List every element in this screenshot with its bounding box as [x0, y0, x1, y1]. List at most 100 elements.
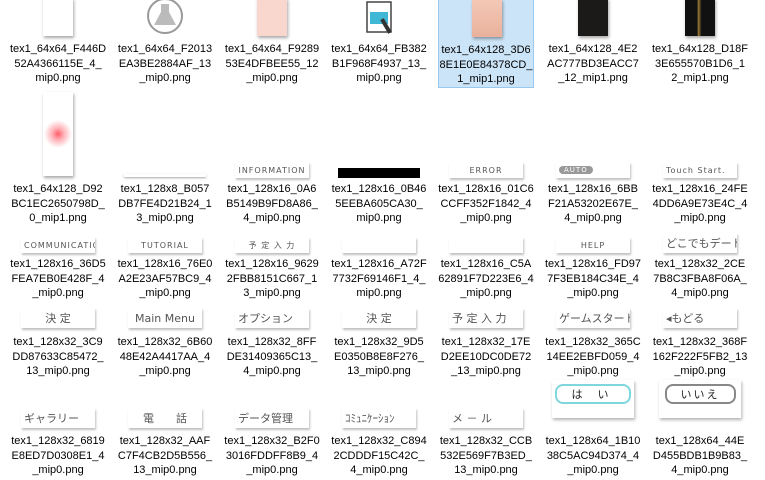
- file-name: tex1_128x32_6819E8ED7D0308E1_4_mip0.png: [11, 435, 105, 477]
- file-item[interactable]: メ － ル tex1_128x32_CCB532E569F7B3ED_13_mip…: [438, 380, 534, 480]
- file-item[interactable]: tex1_64x64_F2013EA3BE2884AF_13_mip0.png: [117, 0, 213, 88]
- file-name: tex1_64x128_4E2AC777BD3EACC7_12_mip1.png: [547, 43, 639, 85]
- file-thumbnail: いいえ: [652, 380, 748, 430]
- strip-text: Touch Start.: [666, 165, 726, 175]
- file-item[interactable]: COMMUNICATION tex1_128x16_36D5FEA7EB0E428…: [10, 235, 106, 303]
- file-name: tex1_64x64_FB382B1F968F4937_13_mip0.png: [331, 43, 427, 85]
- strip-text: ギャラリー: [24, 412, 79, 425]
- file-item[interactable]: 予 定 入 力 tex1_128x16_96292FBB8151C667_13_m…: [224, 235, 320, 303]
- label-strip-texture: [449, 237, 523, 253]
- file-grid: tex1_64x64_F446D52A4366115E_4_mip0.png te…: [0, 0, 765, 476]
- label-strip-texture: Main Menu: [128, 308, 202, 328]
- flask-icon: [147, 0, 183, 34]
- file-item[interactable]: 決 定 tex1_128x32_9D5E0350B8E8F276_13_mip0.…: [331, 305, 427, 381]
- file-thumbnail: [331, 0, 427, 40]
- file-name: tex1_64x128_D92BC1EC2650798D_0_mip1.png: [11, 183, 105, 225]
- strip-text: ｺﾐｭﾆｹｰｼｮﾝ: [345, 412, 395, 425]
- file-item[interactable]: ギャラリー tex1_128x32_6819E8ED7D0308E1_4_mip0…: [10, 380, 106, 480]
- file-item[interactable]: tex1_64x64_FB382B1F968F4937_13_mip0.png: [331, 0, 427, 88]
- file-name: tex1_128x64_1B1038C5AC94D374_4_mip0.png: [545, 435, 641, 477]
- file-name: tex1_128x16_C5A62891F7D223E6_4_mip0.png: [438, 258, 534, 300]
- file-name: tex1_128x32_6B6048E42A4417AA_4_mip0.png: [117, 336, 213, 378]
- strip-text: ERROR: [469, 165, 503, 175]
- file-thumbnail: 予 定 入 力: [224, 235, 320, 255]
- strip-text: 電 話: [143, 412, 187, 425]
- file-name: tex1_128x32_365C14EE2EBFD059_4_mip0.png: [545, 336, 641, 378]
- file-thumbnail: AUTO: [545, 160, 641, 180]
- file-name: tex1_128x32_9D5E0350B8E8F276_13_mip0.png: [334, 336, 424, 378]
- file-item[interactable]: tex1_128x16_A72F7732F69146F1_4_mip0.png: [331, 235, 427, 303]
- strip-text: 決 定: [45, 312, 71, 325]
- file-item[interactable]: 電 話 tex1_128x32_AAFC7F4CB2D5B556_13_mip0.…: [117, 380, 213, 480]
- file-thumbnail: ゲームスタート: [545, 305, 641, 330]
- black-gold-texture: [685, 0, 715, 36]
- file-item[interactable]: 予 定 入 力 tex1_128x32_17ED2EE10DC0DE72_13_m…: [438, 305, 534, 381]
- label-strip-texture: AUTO: [556, 162, 630, 178]
- file-thumbnail: ｺﾐｭﾆｹｰｼｮﾝ: [331, 380, 427, 430]
- file-item[interactable]: tex1_64x128_D18F3E655570B1D6_12_mip1.png: [652, 0, 748, 88]
- file-name: tex1_64x128_3D68E1E0E84378CD_1_mip1.png: [439, 44, 533, 86]
- file-item[interactable]: tex1_128x16_C5A62891F7D223E6_4_mip0.png: [438, 235, 534, 303]
- file-item[interactable]: tex1_64x64_F446D52A4366115E_4_mip0.png: [10, 0, 106, 88]
- file-name: tex1_128x32_B2F03016FDDFF8B9_4_mip0.png: [224, 435, 320, 477]
- file-thumbnail: Main Menu: [117, 305, 213, 330]
- strip-text: TUTORIAL: [141, 240, 189, 250]
- file-item[interactable]: tex1_64x128_D92BC1EC2650798D_0_mip1.png: [10, 92, 106, 224]
- strip-text: HELP: [580, 240, 606, 250]
- label-strip-texture: 予 定 入 力: [235, 237, 309, 253]
- file-item[interactable]: AUTO tex1_128x16_6BBF21A53202E67E_4_mip0.…: [545, 160, 641, 228]
- file-item[interactable]: tex1_128x16_0B465EEBA605CA30_mip0.png: [331, 160, 427, 228]
- file-item[interactable]: ゲームスタート tex1_128x32_365C14EE2EBFD059_4_mi…: [545, 305, 641, 381]
- file-thumbnail: HELP: [545, 235, 641, 255]
- file-item[interactable]: どこでもデート tex1_128x32_2CE7B8C3FBA8F06A_4_mi…: [652, 233, 748, 303]
- file-thumbnail: Touch Start.: [652, 160, 748, 180]
- file-thumbnail: 決 定: [10, 305, 106, 330]
- file-thumbnail: [331, 235, 427, 255]
- file-item[interactable]: HELP tex1_128x16_FD977F3EB184C34E_4_mip0.…: [545, 235, 641, 303]
- file-name: tex1_128x16_FD977F3EB184C34E_4_mip0.png: [545, 258, 642, 300]
- file-item[interactable]: tex1_64x128_4E2AC777BD3EACC7_12_mip1.png: [545, 0, 641, 88]
- file-name: tex1_128x32_8FFDE31409365C13_4_mip0.png: [226, 336, 318, 378]
- label-strip-texture: 決 定: [342, 308, 416, 328]
- label-strip-texture: オプション: [235, 308, 309, 328]
- label-strip-texture: メ － ル: [449, 408, 523, 428]
- file-item[interactable]: Main Menu tex1_128x32_6B6048E42A4417AA_4_…: [117, 305, 213, 381]
- file-item[interactable]: TUTORIAL tex1_128x16_76E0A2E23AF57BC9_4_m…: [117, 235, 213, 303]
- file-item[interactable]: INFORMATION tex1_128x16_0A6B5149B9FD8A86_…: [224, 160, 320, 228]
- file-thumbnail: [439, 0, 533, 41]
- label-strip-texture: HELP: [556, 237, 630, 253]
- file-thumbnail: [652, 0, 748, 40]
- file-item[interactable]: 決 定 tex1_128x32_3C9DD87633C85472_13_mip0.…: [10, 305, 106, 381]
- label-strip-texture: TUTORIAL: [128, 237, 202, 253]
- label-strip-texture: [342, 237, 416, 253]
- file-item[interactable]: Touch Start. tex1_128x16_24FE4DD6A9E73E4C…: [652, 160, 748, 228]
- file-item[interactable]: ｺﾐｭﾆｹｰｼｮﾝ tex1_128x32_C8942CDDDF15C42C_4_…: [331, 380, 427, 480]
- file-name: tex1_128x32_368F162F222F5FB2_13_mip0.png: [652, 336, 748, 378]
- file-item[interactable]: いいえ tex1_128x64_44ED455BDB1B9B83_4_mip0.p…: [652, 380, 748, 480]
- strip-text: どこでもデート: [666, 237, 737, 250]
- thin-line-texture: [124, 174, 206, 177]
- skin-texture: [257, 0, 287, 36]
- file-thumbnail: オプション: [224, 305, 320, 330]
- file-item[interactable]: オプション tex1_128x32_8FFDE31409365C13_4_mip0…: [224, 305, 320, 381]
- file-name: tex1_128x16_76E0A2E23AF57BC9_4_mip0.png: [117, 258, 213, 300]
- file-name: tex1_64x128_D18F3E655570B1D6_12_mip1.png: [652, 43, 749, 85]
- file-thumbnail: データ管理: [224, 380, 320, 430]
- strip-text: COMMUNICATION: [24, 240, 95, 250]
- notebook-icon: [366, 1, 392, 34]
- file-item[interactable]: ERROR tex1_128x16_01C6CCFF352F1842_4_mip0…: [438, 160, 534, 228]
- file-thumbnail: [10, 92, 106, 180]
- file-thumbnail: [117, 160, 213, 180]
- file-item[interactable]: は い tex1_128x64_1B1038C5AC94D374_4_mip0.p…: [545, 380, 641, 480]
- file-name: tex1_64x64_F928953E4DFBEE55_12_mip0.png: [224, 43, 320, 85]
- file-item[interactable]: tex1_64x128_3D68E1E0E84378CD_1_mip1.png: [438, 0, 534, 88]
- auto-badge: AUTO: [559, 166, 593, 174]
- file-item[interactable]: データ管理 tex1_128x32_B2F03016FDDFF8B9_4_mip0…: [224, 380, 320, 480]
- file-item[interactable]: tex1_128x8_B057DB7FE4D21B24_13_mip0.png: [117, 160, 213, 228]
- label-strip-texture: ◂もどる: [663, 308, 737, 328]
- file-thumbnail: ◂もどる: [652, 305, 748, 330]
- face-texture: [472, 0, 502, 37]
- file-item[interactable]: tex1_64x64_F928953E4DFBEE55_12_mip0.png: [224, 0, 320, 88]
- file-item[interactable]: ◂もどる tex1_128x32_368F162F222F5FB2_13_mip0…: [652, 305, 748, 381]
- file-name: tex1_128x64_44ED455BDB1B9B83_4_mip0.png: [652, 435, 748, 477]
